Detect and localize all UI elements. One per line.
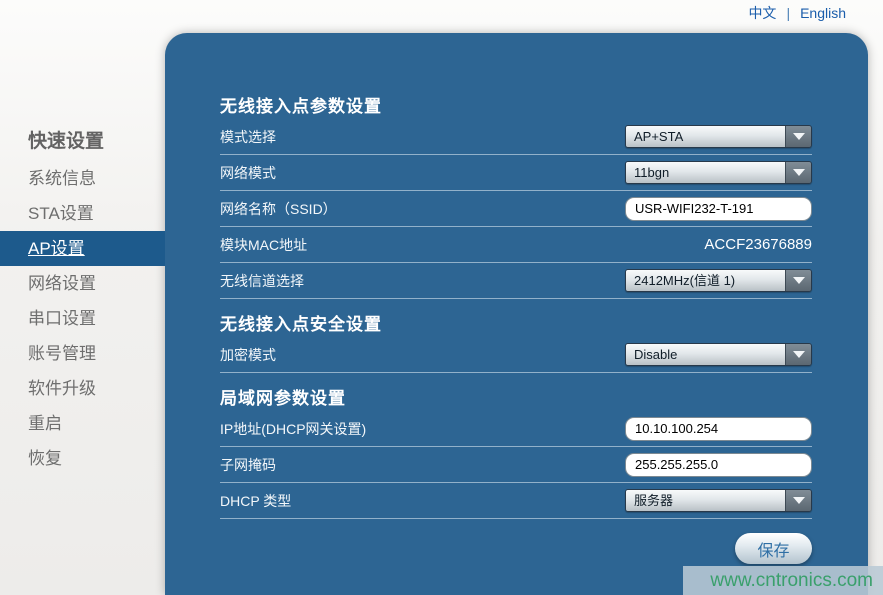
section-title-wireless-ap-security: 无线接入点安全设置: [220, 313, 812, 337]
mode-select-dropdown[interactable]: AP+STA: [625, 125, 812, 148]
encryption-mode-label: 加密模式: [220, 345, 276, 365]
subnet-mask-input[interactable]: [625, 453, 812, 477]
row-encryption-mode: 加密模式 Disable: [220, 337, 812, 373]
sidebar-item-serial-settings[interactable]: 串口设置: [0, 301, 165, 336]
sidebar-item-firmware-upgrade[interactable]: 软件升级: [0, 371, 165, 406]
dhcp-type-value[interactable]: 服务器: [626, 490, 785, 511]
sidebar-item-restart[interactable]: 重启: [0, 406, 165, 441]
chevron-down-icon: [793, 277, 805, 284]
watermark-banner: www.cntronics.com: [683, 566, 883, 595]
chevron-down-icon: [793, 351, 805, 358]
sidebar-item-restore[interactable]: 恢复: [0, 441, 165, 476]
wireless-channel-dropdown[interactable]: 2412MHz(信道 1): [625, 269, 812, 292]
save-row: 保存: [220, 533, 812, 564]
sidebar-item-quick-setup[interactable]: 快速设置: [0, 123, 165, 161]
row-network-mode: 网络模式 11bgn: [220, 155, 812, 191]
mac-address-label: 模块MAC地址: [220, 235, 307, 255]
encryption-mode-value[interactable]: Disable: [626, 344, 785, 365]
section-title-lan-params: 局域网参数设置: [220, 387, 812, 411]
encryption-mode-dropdown-button[interactable]: [785, 344, 811, 365]
network-mode-dropdown-button[interactable]: [785, 162, 811, 183]
lang-chinese-link[interactable]: 中文: [748, 3, 776, 23]
row-mode-select: 模式选择 AP+STA: [220, 119, 812, 155]
ssid-label: 网络名称（SSID）: [220, 199, 337, 219]
network-mode-label: 网络模式: [220, 163, 276, 183]
sidebar-item-account-management[interactable]: 账号管理: [0, 336, 165, 371]
dhcp-type-dropdown[interactable]: 服务器: [625, 489, 812, 512]
watermark-text: www.cntronics.com: [710, 570, 873, 592]
mode-select-label: 模式选择: [220, 127, 276, 147]
row-ip-address: IP地址(DHCP网关设置): [220, 411, 812, 447]
row-subnet-mask: 子网掩码: [220, 447, 812, 483]
wireless-channel-label: 无线信道选择: [220, 271, 304, 291]
language-bar: 中文 | English: [748, 0, 846, 26]
row-mac-address: 模块MAC地址 ACCF23676889: [220, 227, 812, 263]
mac-address-value: ACCF23676889: [704, 236, 812, 253]
row-wireless-channel: 无线信道选择 2412MHz(信道 1): [220, 263, 812, 299]
subnet-mask-label: 子网掩码: [220, 455, 276, 475]
section-title-wireless-ap-params: 无线接入点参数设置: [220, 95, 812, 119]
ap-settings-panel: 无线接入点参数设置 模式选择 AP+STA 网络模式 11bgn 网络名称（SS…: [165, 33, 868, 595]
row-ssid: 网络名称（SSID）: [220, 191, 812, 227]
wireless-channel-dropdown-button[interactable]: [785, 270, 811, 291]
wireless-channel-value[interactable]: 2412MHz(信道 1): [626, 270, 785, 291]
lang-english-link[interactable]: English: [800, 5, 846, 21]
network-mode-dropdown[interactable]: 11bgn: [625, 161, 812, 184]
mode-select-dropdown-button[interactable]: [785, 126, 811, 147]
lang-separator: |: [786, 5, 790, 21]
sidebar-item-ap-settings[interactable]: AP设置: [0, 231, 165, 266]
dhcp-type-dropdown-button[interactable]: [785, 490, 811, 511]
save-button[interactable]: 保存: [735, 533, 812, 564]
ip-address-input[interactable]: [625, 417, 812, 441]
dhcp-type-label: DHCP 类型: [220, 491, 291, 511]
network-mode-value[interactable]: 11bgn: [626, 162, 785, 183]
sidebar-nav: 快速设置 系统信息 STA设置 AP设置 网络设置 串口设置 账号管理 软件升级…: [0, 123, 165, 476]
ssid-input[interactable]: [625, 197, 812, 221]
row-dhcp-type: DHCP 类型 服务器: [220, 483, 812, 519]
encryption-mode-dropdown[interactable]: Disable: [625, 343, 812, 366]
panel-content: 无线接入点参数设置 模式选择 AP+STA 网络模式 11bgn 网络名称（SS…: [220, 33, 812, 564]
ip-address-label: IP地址(DHCP网关设置): [220, 419, 366, 439]
chevron-down-icon: [793, 497, 805, 504]
chevron-down-icon: [793, 133, 805, 140]
sidebar-item-network-settings[interactable]: 网络设置: [0, 266, 165, 301]
mode-select-value[interactable]: AP+STA: [626, 126, 785, 147]
sidebar-item-sta-settings[interactable]: STA设置: [0, 196, 165, 231]
chevron-down-icon: [793, 169, 805, 176]
sidebar-item-system-info[interactable]: 系统信息: [0, 161, 165, 196]
